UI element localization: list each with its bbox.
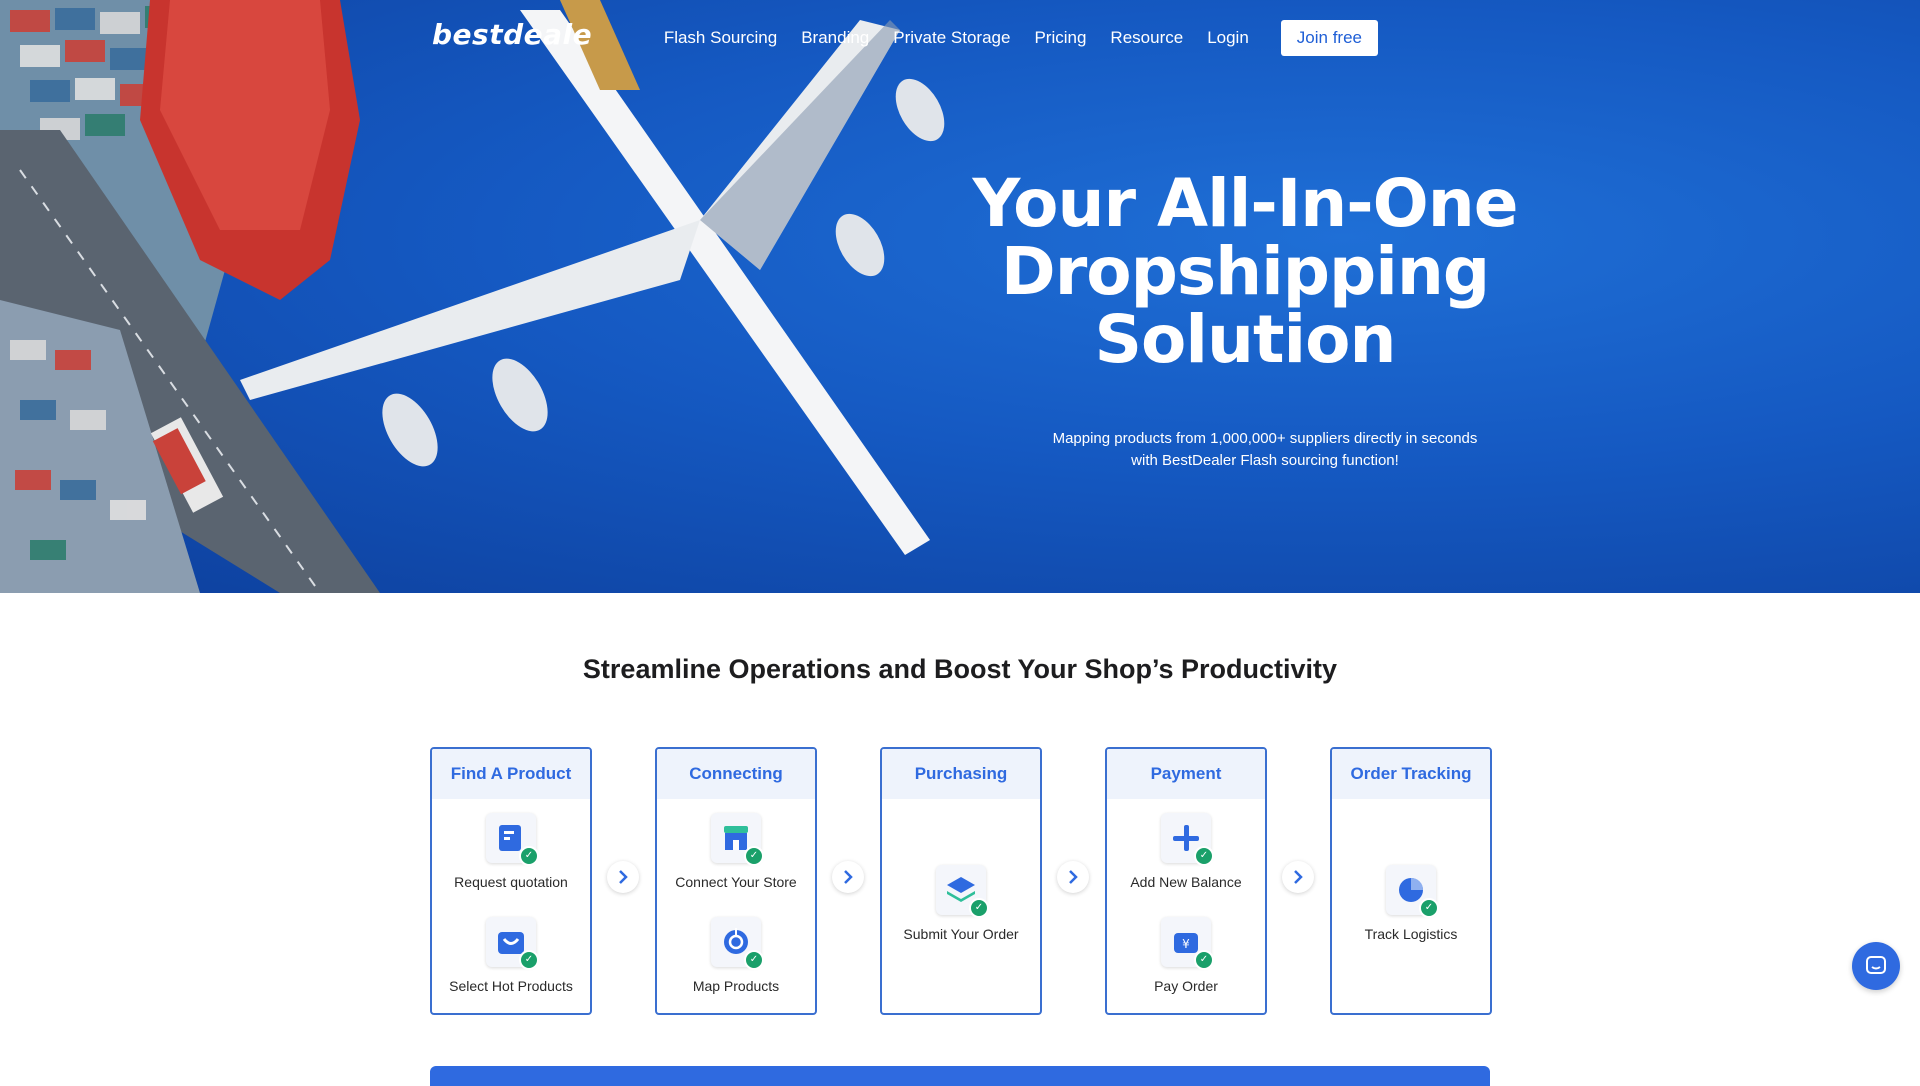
nav-pricing[interactable]: Pricing xyxy=(1034,28,1086,48)
nav-flash-sourcing[interactable]: Flash Sourcing xyxy=(664,28,777,48)
step-card-order-tracking: Order Tracking ✓ Track Logistics xyxy=(1330,747,1492,1015)
item-label: Add New Balance xyxy=(1130,874,1242,890)
next-section-banner xyxy=(430,1066,1490,1086)
hero-title-line-3: Solution xyxy=(1094,301,1397,378)
chat-button[interactable] xyxy=(1852,942,1900,990)
step-card-payment: Payment ✓ Add New Balance ¥ ✓ Pay Order xyxy=(1105,747,1267,1015)
check-icon: ✓ xyxy=(519,846,539,866)
shopping-bag-icon: ✓ xyxy=(486,917,539,970)
store-icon: ✓ xyxy=(711,813,764,866)
check-icon: ✓ xyxy=(969,898,989,918)
step-item-request-quotation[interactable]: ✓ Request quotation xyxy=(432,813,590,890)
nav-login[interactable]: Login xyxy=(1207,28,1249,48)
check-icon: ✓ xyxy=(519,950,539,970)
step-item-track-logistics[interactable]: ✓ Track Logistics xyxy=(1332,865,1490,942)
join-free-button[interactable]: Join free xyxy=(1280,20,1378,56)
plus-icon: ✓ xyxy=(1161,813,1214,866)
step-title: Purchasing xyxy=(882,749,1040,799)
step-title: Connecting xyxy=(657,749,815,799)
layers-icon: ✓ xyxy=(936,865,989,918)
map-target-icon: ✓ xyxy=(711,917,764,970)
quotation-icon: ✓ xyxy=(486,813,539,866)
hero-banner: bestdeale Flash Sourcing Branding Privat… xyxy=(0,0,1920,593)
item-label: Select Hot Products xyxy=(449,978,573,994)
chevron-right-icon xyxy=(1282,861,1314,893)
hero-subtitle: Mapping products from 1,000,000+ supplie… xyxy=(1000,428,1530,472)
hero-title-line-2: Dropshipping xyxy=(1000,233,1490,310)
pie-chart-icon: ✓ xyxy=(1386,865,1439,918)
svg-text:¥: ¥ xyxy=(1182,937,1190,951)
item-label: Request quotation xyxy=(454,874,568,890)
hero-subtitle-line-2: with BestDealer Flash sourcing function! xyxy=(1131,452,1399,469)
step-card-connecting: Connecting ✓ Connect Your Store ✓ Map Pr… xyxy=(655,747,817,1015)
step-item-map-products[interactable]: ✓ Map Products xyxy=(657,917,815,994)
chevron-right-icon xyxy=(1057,861,1089,893)
chevron-right-icon xyxy=(832,861,864,893)
step-item-add-new-balance[interactable]: ✓ Add New Balance xyxy=(1107,813,1265,890)
step-item-connect-your-store[interactable]: ✓ Connect Your Store xyxy=(657,813,815,890)
nav-branding[interactable]: Branding xyxy=(801,28,869,48)
check-icon: ✓ xyxy=(1419,898,1439,918)
check-icon: ✓ xyxy=(1194,950,1214,970)
step-item-pay-order[interactable]: ¥ ✓ Pay Order xyxy=(1107,917,1265,994)
nav-private-storage[interactable]: Private Storage xyxy=(893,28,1010,48)
step-item-submit-your-order[interactable]: ✓ Submit Your Order xyxy=(882,865,1040,942)
workflow-steps: Find A Product ✓ Request quotation ✓ Sel… xyxy=(430,747,1492,1015)
top-navigation: Flash Sourcing Branding Private Storage … xyxy=(640,20,1378,56)
step-card-purchasing: Purchasing ✓ Submit Your Order xyxy=(880,747,1042,1015)
item-label: Connect Your Store xyxy=(675,874,797,890)
wallet-icon: ¥ ✓ xyxy=(1161,917,1214,970)
check-icon: ✓ xyxy=(744,846,764,866)
hero-title-line-1: Your All-In-One xyxy=(972,165,1518,242)
nav-resource[interactable]: Resource xyxy=(1110,28,1183,48)
step-title: Find A Product xyxy=(432,749,590,799)
section-title: Streamline Operations and Boost Your Sho… xyxy=(582,654,1338,684)
check-icon: ✓ xyxy=(1194,846,1214,866)
item-label: Map Products xyxy=(692,978,780,994)
step-card-find-a-product: Find A Product ✓ Request quotation ✓ Sel… xyxy=(430,747,592,1015)
hero-subtitle-line-1: Mapping products from 1,000,000+ supplie… xyxy=(1052,430,1478,447)
item-label: Submit Your Order xyxy=(903,926,1019,942)
chat-icon xyxy=(1866,956,1886,974)
step-title: Order Tracking xyxy=(1332,749,1490,799)
hero-title: Your All-In-One Dropshipping Solution xyxy=(960,170,1530,374)
chevron-right-icon xyxy=(607,861,639,893)
brand-logo[interactable]: bestdeale xyxy=(432,18,592,51)
check-icon: ✓ xyxy=(744,950,764,970)
item-label: Pay Order xyxy=(1154,978,1218,994)
step-title: Payment xyxy=(1107,749,1265,799)
step-item-select-hot-products[interactable]: ✓ Select Hot Products xyxy=(432,917,590,994)
item-label: Track Logistics xyxy=(1364,926,1458,942)
